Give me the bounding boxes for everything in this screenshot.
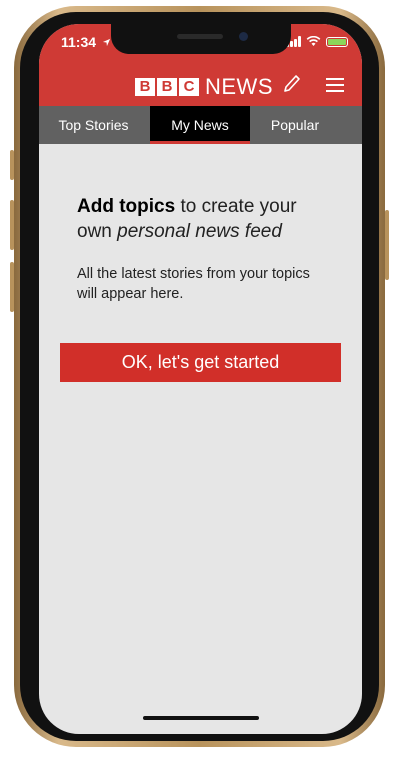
app-screen: 11:34 B B C NEWS Top Stories My News Pop… [39,24,362,734]
bbc-letter: B [135,78,155,96]
empty-state-subtext: All the latest stories from your topics … [77,266,310,302]
pencil-icon[interactable] [283,74,301,94]
news-wordmark: NEWS [205,74,273,99]
wifi-icon [306,36,321,46]
empty-state: Add topics to create your own personal n… [77,194,327,304]
location-arrow-icon [102,38,111,47]
bbc-letter: C [179,78,199,96]
tab-popular[interactable]: Popular [250,106,340,144]
phone-power-button [385,210,389,280]
bbc-news-logo: B B C NEWS [135,74,273,100]
headline-bold: Add topics [77,196,176,217]
phone-notch [111,24,291,54]
status-time: 11:34 [61,34,111,50]
phone-volume-down [10,262,14,312]
empty-state-headline: Add topics to create your own personal n… [77,194,327,244]
phone-side-button [10,150,14,180]
status-time-text: 11:34 [61,34,97,50]
status-icons [286,36,348,47]
headline-italic: personal news feed [117,221,282,242]
home-indicator[interactable] [143,716,259,720]
tab-my-news[interactable]: My News [150,106,250,144]
bbc-letter: B [157,78,177,96]
front-camera [239,32,248,41]
hamburger-menu-icon[interactable] [326,78,344,92]
speaker-grille [177,34,223,39]
tab-bar: Top Stories My News Popular [39,106,362,144]
battery-icon [326,36,348,47]
tab-top-stories[interactable]: Top Stories [39,106,148,144]
phone-volume-up [10,200,14,250]
get-started-button[interactable]: OK, let's get started [60,343,341,382]
bbc-logo-blocks: B B C [135,78,199,96]
